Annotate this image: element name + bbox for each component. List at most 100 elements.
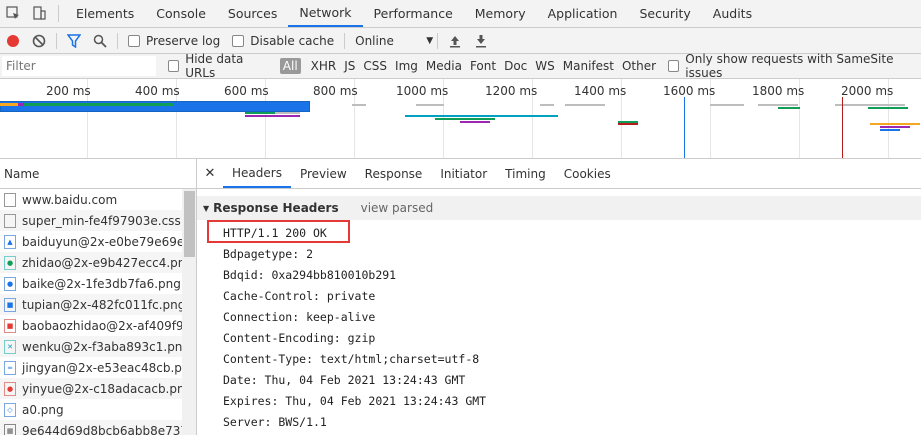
upload-icon xyxy=(450,35,461,47)
tab-application[interactable]: Application xyxy=(537,0,629,27)
toolbar-divider xyxy=(117,32,118,49)
disable-cache-checkbox[interactable]: Disable cache xyxy=(232,34,334,48)
header-line: Bdqid: 0xa294bb810010b291 xyxy=(223,267,397,282)
clear-icon xyxy=(32,34,46,47)
tab-audits[interactable]: Audits xyxy=(702,0,763,27)
annotation-highlight-box xyxy=(207,220,350,243)
tab-memory[interactable]: Memory xyxy=(464,0,537,27)
collapse-triangle-icon[interactable]: ▼ xyxy=(203,204,209,213)
timeline-bar xyxy=(880,126,910,128)
header-line: Bdpagetype: 2 xyxy=(223,246,314,261)
timeline-tick-label: 600 ms xyxy=(224,84,269,98)
timeline-bar xyxy=(870,123,920,125)
filter-type-other[interactable]: Other xyxy=(618,59,660,73)
tab-cookies[interactable]: Cookies xyxy=(555,159,620,188)
header-line: Date: Thu, 04 Feb 2021 13:24:43 GMT xyxy=(223,372,466,387)
image-icon: ● xyxy=(4,255,16,270)
timeline-bar xyxy=(758,104,798,106)
tab-elements[interactable]: Elements xyxy=(65,0,145,27)
timeline-bar xyxy=(460,121,490,123)
request-name: 9e644d69d8bcb6abb8e73735 xyxy=(22,423,182,435)
domcontentloaded-marker xyxy=(684,97,685,158)
image-icon: ✕ xyxy=(4,339,16,354)
response-headers-section-header[interactable]: ▼ Response Headers view parsed xyxy=(197,196,921,220)
timeline-bar xyxy=(435,118,495,120)
filter-type-ws[interactable]: WS xyxy=(531,59,558,73)
tab-security[interactable]: Security xyxy=(628,0,701,27)
tab-sources[interactable]: Sources xyxy=(217,0,288,27)
request-name: baiduyun@2x-e0be79e69e.png xyxy=(22,234,182,249)
filter-type-js[interactable]: JS xyxy=(340,59,359,73)
timeline-overview[interactable]: 200 ms 400 ms 600 ms 800 ms 1000 ms 1200… xyxy=(0,79,921,159)
table-row[interactable]: ▦ 9e644d69d8bcb6abb8e73735 xyxy=(0,420,182,435)
filter-type-css[interactable]: CSS xyxy=(359,59,391,73)
device-toolbar-icon[interactable] xyxy=(26,0,52,27)
tab-response[interactable]: Response xyxy=(356,159,432,188)
export-har-button[interactable] xyxy=(468,28,494,54)
timeline-bar xyxy=(565,104,605,106)
request-name: zhidao@2x-e9b427ecc4.png xyxy=(22,255,182,270)
close-icon[interactable]: ✕ xyxy=(197,159,223,188)
request-list-scrollbar[interactable] xyxy=(182,189,197,435)
table-row[interactable]: ═ jingyan@2x-e53eac48cb.png xyxy=(0,357,182,378)
request-detail-tabbar: ✕ Headers Preview Response Initiator Tim… xyxy=(197,159,921,189)
filter-type-img[interactable]: Img xyxy=(391,59,422,73)
tab-initiator[interactable]: Initiator xyxy=(431,159,496,188)
filter-type-all[interactable]: All xyxy=(279,58,301,74)
table-row[interactable]: ● zhidao@2x-e9b427ecc4.png xyxy=(0,252,182,273)
request-name: super_min-fe4f97903e.css xyxy=(22,213,181,228)
checkbox-box[interactable] xyxy=(668,60,680,72)
dropdown-arrow-icon: ▼ xyxy=(426,35,434,46)
preserve-log-checkbox[interactable]: Preserve log xyxy=(128,34,220,48)
hide-data-urls-checkbox[interactable]: Hide data URLs xyxy=(168,52,270,80)
table-row[interactable]: super_min-fe4f97903e.css xyxy=(0,210,182,231)
request-name: baobaozhidao@2x-af409f9db xyxy=(22,318,182,333)
throttling-value: Online xyxy=(355,33,394,48)
table-row[interactable]: ■ tupian@2x-482fc011fc.png xyxy=(0,294,182,315)
checkbox-box[interactable] xyxy=(168,60,180,72)
filter-type-font[interactable]: Font xyxy=(466,59,500,73)
view-parsed-link[interactable]: view parsed xyxy=(361,201,434,215)
request-name: baike@2x-1fe3db7fa6.png xyxy=(22,276,181,291)
throttling-select[interactable]: Online ▼ xyxy=(355,34,433,48)
clear-button[interactable] xyxy=(26,28,52,54)
table-row[interactable]: ▲ baiduyun@2x-e0be79e69e.png xyxy=(0,231,182,252)
checkbox-box[interactable] xyxy=(128,34,140,47)
checkbox-box[interactable] xyxy=(232,34,245,47)
table-row[interactable]: www.baidu.com xyxy=(0,189,182,210)
tab-preview[interactable]: Preview xyxy=(291,159,356,188)
table-row[interactable]: ● baike@2x-1fe3db7fa6.png xyxy=(0,273,182,294)
filter-type-xhr[interactable]: XHR xyxy=(307,59,341,73)
toolbar-divider xyxy=(344,32,346,49)
filter-type-manifest[interactable]: Manifest xyxy=(559,59,618,73)
disable-cache-label: Disable cache xyxy=(250,33,335,48)
table-row[interactable]: ✕ wenku@2x-f3aba893c1.png xyxy=(0,336,182,357)
filter-bar: Hide data URLs All XHR JS CSS Img Media … xyxy=(0,52,921,80)
filter-type-media[interactable]: Media xyxy=(422,59,466,73)
filter-type-doc[interactable]: Doc xyxy=(500,59,531,73)
response-headers-list: HTTP/1.1 200 OK Bdpagetype: 2 Bdqid: 0xa… xyxy=(223,222,903,432)
import-har-button[interactable] xyxy=(442,28,468,54)
timeline-bar xyxy=(710,104,744,106)
timeline-tick-label: 2000 ms xyxy=(841,84,894,98)
record-button[interactable] xyxy=(0,28,26,54)
table-row[interactable]: ■ baobaozhidao@2x-af409f9db xyxy=(0,315,182,336)
table-row[interactable]: ● yinyue@2x-c18adacacb.png xyxy=(0,378,182,399)
scrollbar-thumb[interactable] xyxy=(184,191,195,257)
filter-input[interactable] xyxy=(2,56,156,76)
name-column-header[interactable]: Name xyxy=(0,159,197,189)
timeline-tick-label: 1800 ms xyxy=(752,84,805,98)
timeline-tick-label: 1600 ms xyxy=(663,84,716,98)
tab-console[interactable]: Console xyxy=(145,0,217,27)
tab-performance[interactable]: Performance xyxy=(363,0,464,27)
table-row[interactable]: ◇ a0.png xyxy=(0,399,182,420)
inspect-element-icon[interactable] xyxy=(0,0,26,27)
load-event-marker xyxy=(842,97,843,158)
tab-headers[interactable]: Headers xyxy=(223,159,291,188)
tab-network[interactable]: Network xyxy=(288,0,363,27)
samesite-checkbox[interactable]: Only show requests with SameSite issues xyxy=(668,52,915,80)
tab-timing[interactable]: Timing xyxy=(496,159,555,188)
search-button[interactable] xyxy=(87,28,113,54)
timeline-bar xyxy=(618,123,638,125)
filter-toggle-button[interactable] xyxy=(61,28,87,54)
